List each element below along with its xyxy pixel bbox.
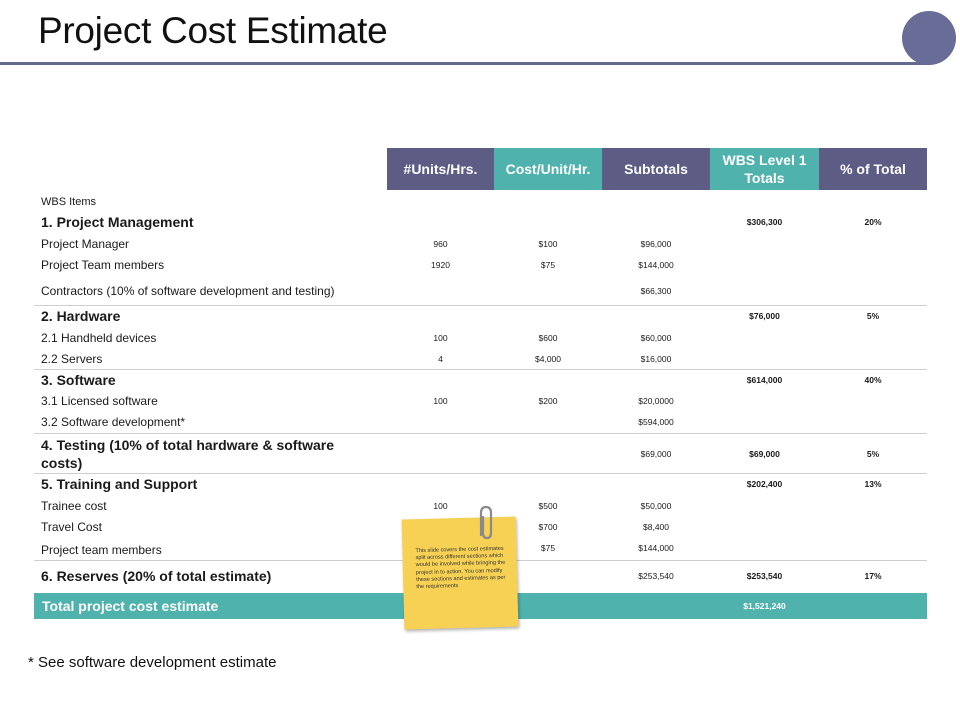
title-underline xyxy=(0,62,930,65)
item-label: Trainee cost xyxy=(41,498,107,513)
sticky-note-text: This slide covers the cost estimates spl… xyxy=(415,545,506,591)
section-row: 1. Project Management $306,300 20% xyxy=(34,212,927,232)
pct-total: 5% xyxy=(866,449,880,459)
header-pct-total: % of Total xyxy=(819,148,927,190)
subtotal-cell: $60,000 xyxy=(640,332,672,343)
wbs-total: $253,540 xyxy=(746,571,783,581)
item-label: 3.2 Software development* xyxy=(41,414,186,429)
pct-total: 20% xyxy=(864,217,882,227)
item-label: Project Team members xyxy=(41,257,165,272)
subtotal-cell: $69,000 xyxy=(640,449,672,459)
pct-total: 17% xyxy=(864,571,882,581)
subtotal-cell: $96,000 xyxy=(640,238,672,249)
table-row: Project Team members 1920 $75 $144,000 xyxy=(34,256,927,273)
cost-cell: $600 xyxy=(538,332,558,343)
subtotal-cell: $253,540 xyxy=(638,571,674,581)
header-wbs-totals: WBS Level 1 Totals xyxy=(710,148,819,190)
table-row: 3.1 Licensed software 100 $200 $20,0000 xyxy=(34,392,927,409)
pct-total: 13% xyxy=(864,479,882,489)
wbs-items-label: WBS Items xyxy=(41,195,97,208)
units-cell: 960 xyxy=(433,238,448,249)
total-value: $1,521,240 xyxy=(743,601,786,611)
section-title: 1. Project Management xyxy=(41,214,194,230)
subtotal-cell: $50,000 xyxy=(640,500,672,511)
row-divider xyxy=(34,305,927,306)
wbs-total: $76,000 xyxy=(749,311,780,321)
item-label: Project Manager xyxy=(41,236,130,251)
section-title: 5. Training and Support xyxy=(41,476,198,492)
row-divider xyxy=(34,433,927,434)
item-label: Travel Cost xyxy=(41,519,102,534)
item-label: 2.2 Servers xyxy=(41,351,103,366)
footnote: * See software development estimate xyxy=(28,654,277,671)
wbs-items-row: WBS Items xyxy=(34,194,927,209)
subtotal-cell: $594,000 xyxy=(638,416,674,427)
pct-total: 40% xyxy=(864,375,882,385)
cost-cell: $100 xyxy=(538,238,558,249)
wbs-total: $202,400 xyxy=(746,479,783,489)
sticky-note: This slide covers the cost estimates spl… xyxy=(401,516,519,630)
table-row: Project Manager 960 $100 $96,000 xyxy=(34,235,927,252)
subtotal-cell: $66,300 xyxy=(640,285,672,296)
row-divider xyxy=(34,369,927,370)
subtotal-cell: $16,000 xyxy=(640,353,672,364)
cost-cell: $500 xyxy=(538,500,558,511)
table-row: 2.1 Handheld devices 100 $600 $60,000 xyxy=(34,329,927,346)
wbs-total: $306,300 xyxy=(746,217,783,227)
units-cell: 100 xyxy=(433,395,448,406)
table-row: Contractors (10% of software development… xyxy=(34,282,927,299)
header-subtotals: Subtotals xyxy=(602,148,710,190)
total-label: Total project cost estimate xyxy=(42,598,219,614)
subtotal-cell: $144,000 xyxy=(638,542,674,553)
item-label: Contractors (10% of software development… xyxy=(41,283,335,298)
section-row: 5. Training and Support $202,400 13% xyxy=(34,475,927,493)
table-row: 3.2 Software development* $594,000 xyxy=(34,413,927,430)
section-title: 4. Testing (10% of total hardware & soft… xyxy=(41,437,335,471)
decorative-circle xyxy=(902,11,956,65)
section-row: 2. Hardware $76,000 5% xyxy=(34,307,927,325)
section-row: 4. Testing (10% of total hardware & soft… xyxy=(34,436,927,472)
subtotal-cell: $144,000 xyxy=(638,259,674,270)
units-cell: 100 xyxy=(433,332,448,343)
units-cell: 4 xyxy=(438,353,443,364)
row-divider xyxy=(34,473,927,474)
paperclip-icon xyxy=(479,505,493,540)
cost-cell: $200 xyxy=(538,395,558,406)
cost-cell: $4,000 xyxy=(535,353,561,364)
cost-cell: $75 xyxy=(540,259,556,270)
item-label: Project team members xyxy=(41,542,162,557)
header-units: #Units/Hrs. xyxy=(387,148,494,190)
wbs-total: $614,000 xyxy=(746,375,783,385)
units-cell: 1920 xyxy=(431,259,450,270)
page-title: Project Cost Estimate xyxy=(38,10,388,51)
pct-total: 5% xyxy=(866,311,880,321)
table-row: 2.2 Servers 4 $4,000 $16,000 xyxy=(34,350,927,367)
section-title: 6. Reserves (20% of total estimate) xyxy=(41,568,272,584)
subtotal-cell: $20,0000 xyxy=(638,395,674,406)
section-title: 3. Software xyxy=(41,372,116,388)
subtotal-cell: $8,400 xyxy=(643,521,669,532)
section-title: 2. Hardware xyxy=(41,308,121,324)
item-label: 3.1 Licensed software xyxy=(41,393,158,408)
section-row: 3. Software $614,000 40% xyxy=(34,371,927,389)
header-cost: Cost/Unit/Hr. xyxy=(494,148,602,190)
wbs-total: $69,000 xyxy=(749,449,780,459)
item-label: 2.1 Handheld devices xyxy=(41,330,157,345)
